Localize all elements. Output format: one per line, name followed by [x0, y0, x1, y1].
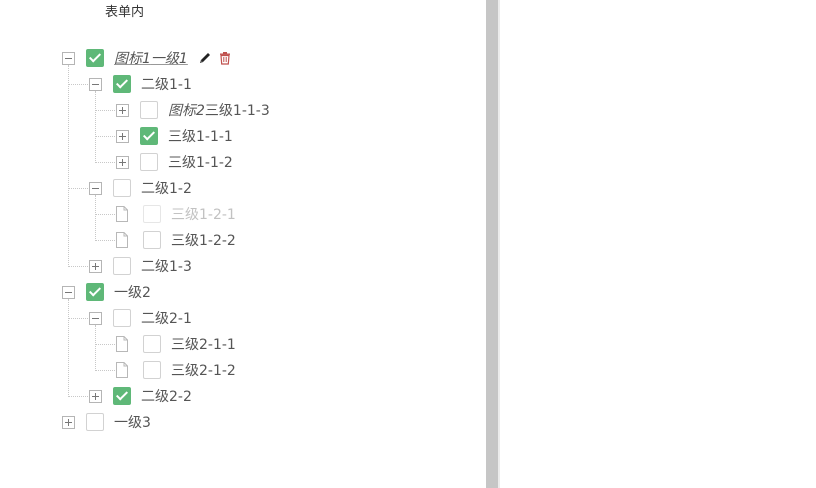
tree-node[interactable]: 图标1一级1	[0, 46, 480, 72]
node-label-text: 二级2-1	[141, 311, 192, 327]
node-label-text: 三级1-1-1	[168, 129, 233, 145]
node-label-text: 三级2-1-2	[171, 363, 236, 379]
node-label[interactable]: 三级1-2-2	[171, 231, 236, 251]
tree-node[interactable]: 三级1-2-1	[0, 202, 480, 228]
node-label-text: 二级1-1	[141, 77, 192, 93]
node-label[interactable]: 三级2-1-1	[171, 335, 236, 355]
collapse-toggle[interactable]	[89, 78, 102, 91]
tree-panel: 表单内 图标1一级1 二级1-1 图标2三级1-1-3 三级1-1-1 三级1-1-2 二…	[0, 0, 486, 488]
node-label-text: 三级1-1-2	[168, 155, 233, 171]
expand-toggle[interactable]	[116, 156, 129, 169]
minus-icon	[65, 58, 72, 59]
expand-toggle[interactable]	[89, 390, 102, 403]
node-checkbox[interactable]	[143, 231, 161, 249]
tree-node[interactable]: 三级1-1-1	[0, 124, 480, 150]
expand-toggle[interactable]	[116, 130, 129, 143]
node-label-text: 三级2-1-1	[171, 337, 236, 353]
file-icon	[116, 362, 128, 378]
node-checkbox[interactable]	[86, 283, 104, 301]
node-checkbox[interactable]	[113, 387, 131, 405]
tree-node[interactable]: 三级2-1-2	[0, 358, 480, 384]
tree-node[interactable]: 二级2-2	[0, 384, 480, 410]
node-checkbox[interactable]	[113, 75, 131, 93]
tree-node[interactable]: 一级2	[0, 280, 480, 306]
node-label-text: 二级1-3	[141, 259, 192, 275]
plus-icon	[122, 133, 123, 140]
expand-toggle[interactable]	[116, 104, 129, 117]
tree-node[interactable]: 二级1-3	[0, 254, 480, 280]
plus-icon	[122, 159, 123, 166]
node-label-icon-text: 图标2	[168, 103, 205, 119]
minus-icon	[92, 318, 99, 319]
minus-icon	[65, 292, 72, 293]
minus-icon	[92, 84, 99, 85]
node-label[interactable]: 图标1一级1	[114, 49, 188, 69]
collapse-toggle[interactable]	[89, 182, 102, 195]
node-label[interactable]: 二级1-2	[141, 179, 192, 199]
node-label[interactable]: 一级2	[114, 283, 151, 303]
content-panel	[500, 0, 816, 488]
node-label[interactable]: 一级3	[114, 413, 151, 433]
expand-toggle[interactable]	[89, 260, 102, 273]
node-label[interactable]: 二级2-2	[141, 387, 192, 407]
file-icon	[116, 232, 128, 248]
node-label-text: 一级2	[114, 285, 151, 301]
node-checkbox[interactable]	[140, 101, 158, 119]
node-checkbox[interactable]	[113, 179, 131, 197]
node-checkbox[interactable]	[143, 335, 161, 353]
node-label[interactable]: 二级1-3	[141, 257, 192, 277]
collapse-toggle[interactable]	[62, 286, 75, 299]
tree-node[interactable]: 三级1-2-2	[0, 228, 480, 254]
pane-splitter[interactable]	[486, 0, 498, 488]
collapse-toggle[interactable]	[89, 312, 102, 325]
node-checkbox[interactable]	[143, 361, 161, 379]
node-label[interactable]: 三级1-1-1	[168, 127, 233, 147]
minus-icon	[92, 188, 99, 189]
node-label-text: 二级2-2	[141, 389, 192, 405]
tree-node[interactable]: 图标2三级1-1-3	[0, 98, 480, 124]
node-label-text: 三级1-2-1	[171, 207, 236, 223]
node-checkbox[interactable]	[113, 257, 131, 275]
node-checkbox[interactable]	[86, 49, 104, 67]
file-icon	[116, 206, 128, 222]
tree-node[interactable]: 三级1-1-2	[0, 150, 480, 176]
node-label[interactable]: 二级1-1	[141, 75, 192, 95]
plus-icon	[122, 107, 123, 114]
plus-icon	[68, 419, 69, 426]
node-checkbox	[143, 205, 161, 223]
node-label: 三级1-2-1	[171, 205, 236, 225]
tree-node[interactable]: 二级1-2	[0, 176, 480, 202]
tree-node[interactable]: 一级3	[0, 410, 480, 436]
tree-node[interactable]: 三级2-1-1	[0, 332, 480, 358]
plus-icon	[95, 393, 96, 400]
node-label-text: 三级1-2-2	[171, 233, 236, 249]
tree: 图标1一级1 二级1-1 图标2三级1-1-3 三级1-1-1 三级1-1-2 二级1-2…	[0, 0, 486, 488]
node-label-text: 三级1-1-3	[204, 103, 270, 119]
edit-icon[interactable]	[198, 51, 212, 65]
node-label-text: 二级1-2	[141, 181, 192, 197]
node-checkbox[interactable]	[140, 127, 158, 145]
plus-icon	[95, 263, 96, 270]
node-label[interactable]: 三级2-1-2	[171, 361, 236, 381]
tree-node[interactable]: 二级1-1	[0, 72, 480, 98]
node-label[interactable]: 二级2-1	[141, 309, 192, 329]
tree-node[interactable]: 二级2-1	[0, 306, 480, 332]
expand-toggle[interactable]	[62, 416, 75, 429]
collapse-toggle[interactable]	[62, 52, 75, 65]
delete-icon[interactable]	[218, 51, 232, 65]
file-icon	[116, 336, 128, 352]
node-label[interactable]: 图标2三级1-1-3	[168, 101, 270, 121]
node-checkbox[interactable]	[113, 309, 131, 327]
node-checkbox[interactable]	[86, 413, 104, 431]
node-checkbox[interactable]	[140, 153, 158, 171]
node-label-icon-text: 图标1	[114, 51, 151, 67]
node-label-text: 一级3	[114, 415, 151, 431]
node-label-text: 一级1	[150, 51, 188, 67]
node-label[interactable]: 三级1-1-2	[168, 153, 233, 173]
